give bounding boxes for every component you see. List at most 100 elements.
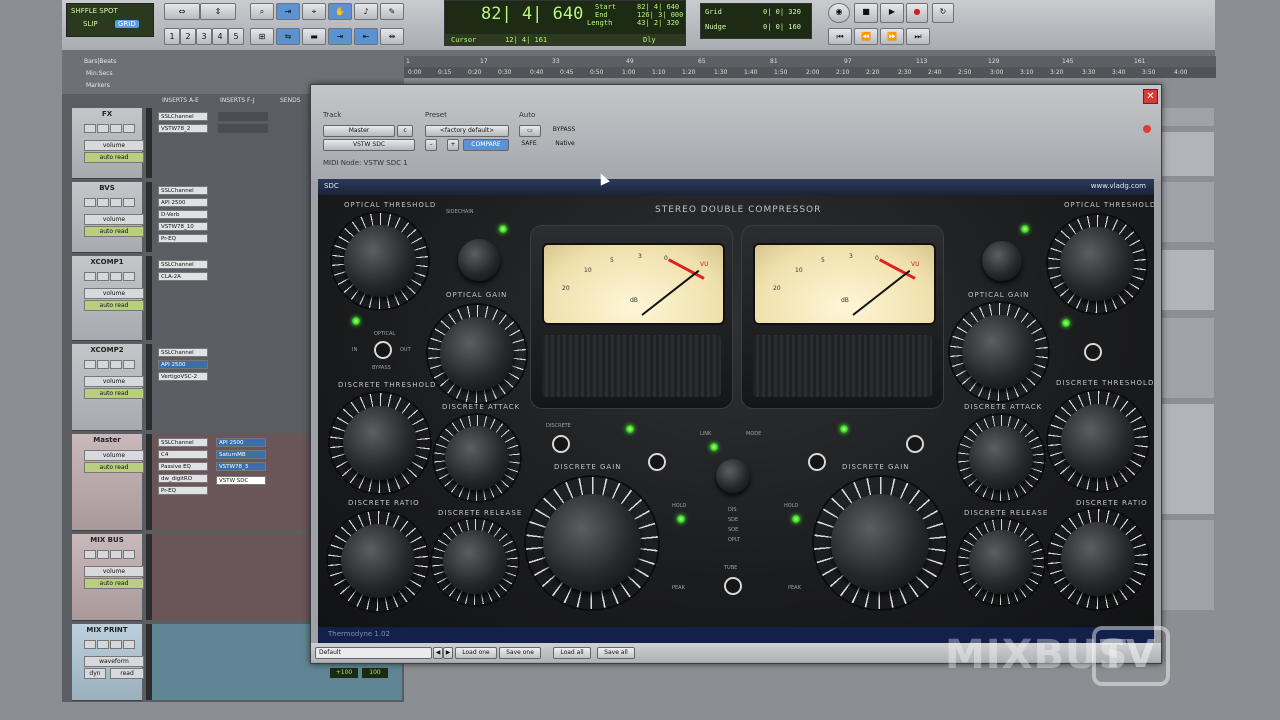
insert-slot[interactable]: API 2500 (158, 360, 208, 369)
track-name[interactable]: FX (76, 110, 138, 120)
mode-option[interactable]: DIS (728, 507, 737, 513)
volume-selector[interactable]: volume (84, 288, 144, 299)
native-button[interactable]: Native (551, 139, 579, 149)
bypass-button[interactable]: BYPASS (547, 125, 581, 135)
mixer-strip-fx[interactable]: FX volume auto read (72, 108, 144, 179)
sidechain-knob-right[interactable] (982, 241, 1022, 281)
preset-minus-button[interactable]: – (425, 139, 437, 151)
counter-start-value[interactable]: 82| 4| 640 (637, 3, 679, 11)
preset-selector[interactable]: <factory default> (425, 125, 509, 137)
track-lane[interactable] (1158, 250, 1214, 310)
mixer-strip-mix-print[interactable]: MIX PRINT waveform dyn read (72, 624, 144, 701)
read-button[interactable]: read (110, 668, 144, 679)
automation-mode[interactable]: auto read (84, 462, 144, 473)
bars-ruler[interactable]: 1 17 33 49 65 81 97 113 129 145 161 (404, 56, 1216, 67)
magnifier-icon[interactable]: ⌕ (250, 3, 274, 20)
insert-slot[interactable]: SSLChannel (158, 186, 208, 195)
automation-mode[interactable]: auto read (84, 578, 144, 589)
mode-selector-knob[interactable] (716, 459, 750, 493)
discrete-bypass-toggle-left[interactable] (552, 435, 570, 453)
insert-slot[interactable]: SSLChannel (158, 348, 208, 357)
grid-icon[interactable]: ⊞ (250, 28, 274, 45)
discrete-release-knob-right[interactable] (956, 517, 1046, 607)
discrete-ratio-knob-left[interactable] (326, 509, 430, 613)
insert-slot[interactable]: VertigoVSC-2 (158, 372, 208, 381)
discrete-gain-knob-left[interactable] (524, 475, 660, 611)
discrete-bypass-toggle-right[interactable] (906, 435, 924, 453)
optical-gain-knob-right[interactable] (948, 301, 1050, 403)
track-name[interactable]: Master (76, 436, 138, 446)
next-preset-icon[interactable]: ▶ (443, 647, 453, 659)
strip-buttons[interactable] (84, 640, 142, 649)
automation-mode[interactable]: auto read (84, 226, 144, 237)
track-channel-button[interactable]: c (397, 125, 413, 137)
counter-end-value[interactable]: 126| 3| 000 (637, 11, 683, 19)
dyn-button[interactable]: dyn (84, 668, 106, 679)
pencil-tool-icon[interactable]: ✎ (380, 3, 404, 20)
strip-buttons[interactable] (84, 272, 142, 281)
mixer-strip-xcomp2[interactable]: XCOMP2 volume auto read (72, 344, 144, 431)
insert-slot[interactable]: Pr-EQ (158, 486, 208, 495)
plugin-window-vstw-sdc[interactable]: Track Preset Auto Master c VSTW SDC <fac… (310, 84, 1162, 664)
discrete-mode-toggle-right[interactable] (808, 453, 826, 471)
track-lane[interactable] (1158, 404, 1214, 514)
edit-mode-box[interactable]: SHFFLE SPOT SLIP GRID (66, 3, 154, 37)
discrete-mode-toggle-left[interactable] (648, 453, 666, 471)
tab-to-transient-icon[interactable]: ⇥ (328, 28, 352, 45)
mode-option[interactable]: OPLT (728, 537, 740, 543)
track-lane[interactable] (1158, 318, 1214, 398)
volume-selector[interactable]: volume (84, 140, 144, 151)
tool-number-3[interactable]: 3 (196, 28, 212, 45)
compare-button[interactable]: COMPARE (463, 139, 509, 151)
load-all-button[interactable]: Load all (553, 647, 591, 659)
discrete-gain-knob-right[interactable] (812, 475, 948, 611)
tool-number-2[interactable]: 2 (180, 28, 196, 45)
insert-slot[interactable]: C4 (158, 450, 208, 459)
track-lane[interactable] (1158, 520, 1214, 610)
auto-button[interactable]: ▭ (519, 125, 541, 137)
insert-selector[interactable]: VSTW SDC (323, 139, 415, 151)
play-button[interactable]: ▶ (880, 3, 904, 23)
volume-selector[interactable]: volume (84, 566, 144, 577)
strip-buttons[interactable] (84, 198, 142, 207)
automation-mode[interactable]: auto read (84, 388, 144, 399)
volume-selector[interactable]: volume (84, 214, 144, 225)
insert-slot[interactable]: Pr-EQ (158, 234, 208, 243)
volume-selector[interactable]: volume (84, 376, 144, 387)
track-name[interactable]: MIX BUS (76, 536, 138, 546)
insert-slot[interactable]: SSLChannel (158, 260, 208, 269)
strip-buttons[interactable] (84, 550, 142, 559)
preset-plus-button[interactable]: + (447, 139, 459, 151)
mode-grid[interactable]: GRID (115, 20, 139, 28)
empty-insert-slot[interactable] (218, 124, 268, 133)
counter-length-value[interactable]: 43| 2| 320 (637, 19, 679, 27)
save-one-button[interactable]: Save one (499, 647, 541, 659)
insert-slot[interactable]: SSLChannel (158, 112, 208, 121)
discrete-ratio-knob-right[interactable] (1046, 507, 1150, 611)
track-lane[interactable] (1158, 132, 1214, 176)
optical-gain-knob-left[interactable] (426, 303, 528, 405)
footer-preset-field[interactable]: Default (315, 647, 432, 659)
track-selector[interactable]: Master (323, 125, 395, 137)
sidechain-knob-left[interactable] (458, 239, 500, 281)
insert-slot[interactable]: dw_digitRO (158, 474, 208, 483)
scrubber-icon[interactable]: ♪ (354, 3, 378, 20)
track-name[interactable]: XCOMP2 (76, 346, 138, 356)
mixer-strip-mix-bus[interactable]: MIX BUS volume auto read (72, 534, 144, 621)
load-one-button[interactable]: Load one (455, 647, 497, 659)
go-to-end-button[interactable]: ⏭ (906, 28, 930, 45)
mode-slip[interactable]: SLIP (83, 20, 98, 28)
rewind-button[interactable]: ⏪ (854, 28, 878, 45)
mode-option[interactable]: SDE (728, 517, 738, 523)
discrete-release-knob-left[interactable] (430, 517, 520, 607)
optical-bypass-toggle-right[interactable] (1084, 343, 1102, 361)
strip-buttons[interactable] (84, 124, 142, 133)
discrete-attack-knob-right[interactable] (956, 413, 1046, 503)
minsecs-ruler[interactable]: 0:00 0:15 0:20 0:30 0:40 0:45 0:50 1:00 … (404, 67, 1216, 78)
track-name[interactable]: XCOMP1 (76, 258, 138, 268)
mixer-strip-master[interactable]: Master volume auto read (72, 434, 144, 531)
nudge-value[interactable]: 0| 0| 160 (763, 23, 801, 31)
optical-bypass-toggle-left[interactable] (374, 341, 392, 359)
mode-shuffle-spot[interactable]: SHFFLE SPOT (71, 7, 118, 15)
main-counter[interactable]: 82| 4| 640 Start End Length 82| 4| 640 1… (444, 0, 686, 46)
